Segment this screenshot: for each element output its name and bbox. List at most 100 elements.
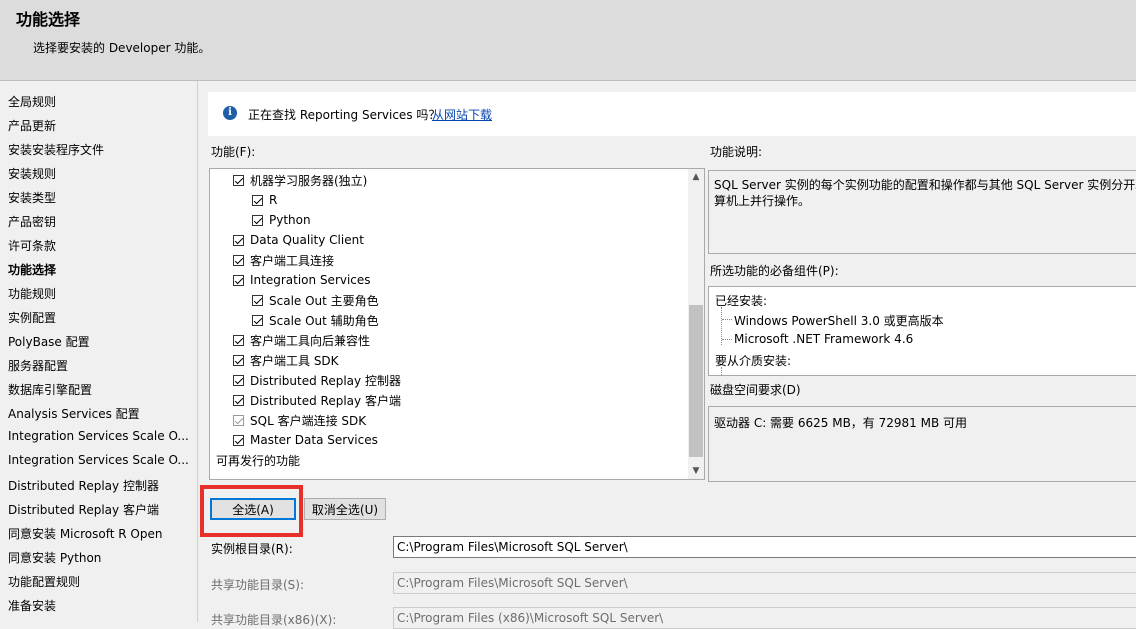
feature-label: Scale Out 主要角色 [269, 293, 379, 308]
disk-space-label: 磁盘空间要求(D) [710, 383, 801, 397]
sidebar-item-feature-selection[interactable]: 功能选择 [8, 261, 193, 278]
instance-root-label: 实例根目录(R): [211, 542, 293, 556]
description-label: 功能说明: [710, 145, 763, 159]
unselect-all-button[interactable]: 取消全选(U) [304, 498, 386, 520]
feature-r[interactable]: R [252, 191, 277, 209]
feature-group-redistributable: 可再发行的功能 [216, 453, 301, 468]
feature-description-box: SQL Server 实例的每个实例功能的配置和操作都与其他 SQL Serve… [708, 170, 1136, 254]
checkbox-checked-icon[interactable] [252, 194, 263, 206]
sidebar-item-server-config[interactable]: 服务器配置 [8, 357, 193, 374]
prereq-item-powershell: Windows PowerShell 3.0 或更高版本 [734, 314, 944, 328]
download-link[interactable]: 从网站下载 [432, 106, 492, 123]
feature-label: Integration Services [250, 273, 371, 287]
checkbox-checked-icon[interactable] [252, 314, 263, 326]
page-title: 功能选择 [16, 10, 81, 29]
prerequisites-label: 所选功能的必备组件(P): [710, 264, 839, 278]
checkbox-checked-icon[interactable] [233, 174, 244, 186]
checkbox-checked-icon[interactable] [233, 234, 244, 246]
feature-label: Python [269, 213, 311, 227]
sidebar-item-dr-client[interactable]: Distributed Replay 客户端 [8, 501, 193, 518]
scrollbar-thumb[interactable] [689, 305, 703, 457]
feature-scale-out-master[interactable]: Scale Out 主要角色 [252, 291, 379, 309]
checkbox-checked-icon[interactable] [252, 294, 263, 306]
select-all-button[interactable]: 全选(A) [210, 498, 296, 520]
checkbox-checked-icon[interactable] [233, 334, 244, 346]
sidebar-item-instance-config[interactable]: 实例配置 [8, 309, 193, 326]
feature-label: Scale Out 辅助角色 [269, 313, 379, 328]
feature-label: Data Quality Client [250, 233, 364, 247]
sidebar-item-feature-rules[interactable]: 功能规则 [8, 285, 193, 302]
checkbox-checked-icon[interactable] [233, 254, 244, 266]
feature-master-data-services[interactable]: Master Data Services [233, 431, 378, 449]
feature-label: R [269, 193, 278, 207]
feature-integration-services[interactable]: Integration Services [233, 271, 371, 289]
feature-dr-controller[interactable]: Distributed Replay 控制器 [233, 371, 401, 389]
sidebar-item-is-scale-out-worker[interactable]: Integration Services Scale O... [8, 453, 193, 467]
page-header: 功能选择 选择要安装的 Developer 功能。 [0, 0, 1136, 81]
to-install-group-label: 要从介质安装: [715, 354, 792, 368]
checkbox-checked-icon[interactable] [233, 374, 244, 386]
feature-client-tools-connectivity[interactable]: 客户端工具连接 [233, 251, 334, 269]
notice-text: 正在查找 Reporting Services 吗？ [248, 108, 441, 122]
feature-client-tools-backwards-compat[interactable]: 客户端工具向后兼容性 [233, 331, 370, 349]
shared-dir-input: C:\Program Files\Microsoft SQL Server\ [393, 572, 1136, 594]
reporting-services-notice: i 正在查找 Reporting Services 吗？ 从网站下载 [208, 92, 1136, 136]
shared-dir-label: 共享功能目录(S): [211, 578, 305, 592]
sidebar-item-install-type[interactable]: 安装类型 [8, 189, 193, 206]
shared-dir-x86-label: 共享功能目录(x86)(X): [211, 613, 337, 627]
wizard-steps-sidebar: 全局规则 产品更新 安装安装程序文件 安装规则 安装类型 产品密钥 许可条款 功… [0, 81, 198, 622]
sidebar-item-install-setup-files[interactable]: 安装安装程序文件 [8, 141, 193, 158]
feature-dr-client[interactable]: Distributed Replay 客户端 [233, 391, 401, 409]
prereq-item-dotnet: Microsoft .NET Framework 4.6 [734, 332, 914, 346]
feature-python[interactable]: Python [252, 211, 311, 229]
sidebar-item-product-updates[interactable]: 产品更新 [8, 117, 193, 134]
feature-scale-out-worker[interactable]: Scale Out 辅助角色 [252, 311, 379, 329]
feature-data-quality-client[interactable]: Data Quality Client [233, 231, 364, 249]
instance-root-input[interactable]: C:\Program Files\Microsoft SQL Server\ [393, 536, 1136, 558]
feature-label: Distributed Replay 客户端 [250, 393, 401, 408]
sidebar-item-ready-to-install[interactable]: 准备安装 [8, 597, 193, 614]
sidebar-item-dr-controller[interactable]: Distributed Replay 控制器 [8, 477, 193, 494]
prerequisites-tree[interactable]: 已经安装: Windows PowerShell 3.0 或更高版本 Micro… [708, 286, 1136, 376]
shared-dir-x86-input: C:\Program Files (x86)\Microsoft SQL Ser… [393, 607, 1136, 629]
checkbox-checked-icon[interactable] [233, 354, 244, 366]
sidebar-item-is-scale-out-master[interactable]: Integration Services Scale O... [8, 429, 193, 443]
sidebar-item-feature-config-rules[interactable]: 功能配置规则 [8, 573, 193, 590]
features-tree[interactable]: 机器学习服务器(独立) R Python Data Quality Client… [209, 168, 705, 480]
checkbox-checked-icon[interactable] [233, 434, 244, 446]
sidebar-item-consent-python[interactable]: 同意安装 Python [8, 549, 193, 566]
scroll-up-icon[interactable]: ▲ [688, 169, 704, 185]
feature-client-tools-sdk[interactable]: 客户端工具 SDK [233, 351, 339, 369]
info-icon: i [223, 106, 237, 120]
disk-space-box: 驱动器 C: 需要 6625 MB，有 72981 MB 可用 [708, 406, 1136, 482]
tree-connector [722, 319, 732, 320]
sidebar-item-db-engine-config[interactable]: 数据库引擎配置 [8, 381, 193, 398]
feature-ml-server-standalone[interactable]: 机器学习服务器(独立) [233, 171, 367, 189]
features-scrollbar[interactable]: ▲ ▼ [688, 169, 704, 479]
checkbox-checked-icon[interactable] [233, 394, 244, 406]
sidebar-item-polybase-config[interactable]: PolyBase 配置 [8, 333, 193, 350]
checkbox-checked-icon[interactable] [233, 274, 244, 286]
sidebar-item-license-terms[interactable]: 许可条款 [8, 237, 193, 254]
checkbox-disabled-icon [233, 414, 244, 426]
features-label: 功能(F): [211, 145, 256, 159]
feature-sql-client-connectivity-sdk: SQL 客户端连接 SDK [233, 411, 366, 429]
feature-label: SQL 客户端连接 SDK [250, 413, 367, 428]
feature-label: Distributed Replay 控制器 [250, 373, 401, 388]
scroll-down-icon[interactable]: ▼ [688, 463, 704, 479]
feature-label: 客户端工具向后兼容性 [250, 333, 371, 348]
sidebar-item-global-rules[interactable]: 全局规则 [8, 93, 193, 110]
checkbox-checked-icon[interactable] [252, 214, 263, 226]
feature-label: Master Data Services [250, 433, 378, 447]
sidebar-item-analysis-services-config[interactable]: Analysis Services 配置 [8, 405, 193, 422]
sidebar-item-product-key[interactable]: 产品密钥 [8, 213, 193, 230]
page-subtitle: 选择要安装的 Developer 功能。 [33, 41, 211, 55]
tree-connector [722, 339, 732, 340]
sidebar-item-consent-r-open[interactable]: 同意安装 Microsoft R Open [8, 525, 193, 542]
tree-connector [721, 367, 723, 375]
description-line-1: SQL Server 实例的每个实例功能的配置和操作都与其他 SQL Serve… [714, 178, 1136, 192]
feature-label: 客户端工具连接 [250, 253, 335, 268]
feature-label: 客户端工具 SDK [250, 353, 339, 368]
feature-label: 机器学习服务器(独立) [250, 173, 368, 188]
sidebar-item-install-rules[interactable]: 安装规则 [8, 165, 193, 182]
